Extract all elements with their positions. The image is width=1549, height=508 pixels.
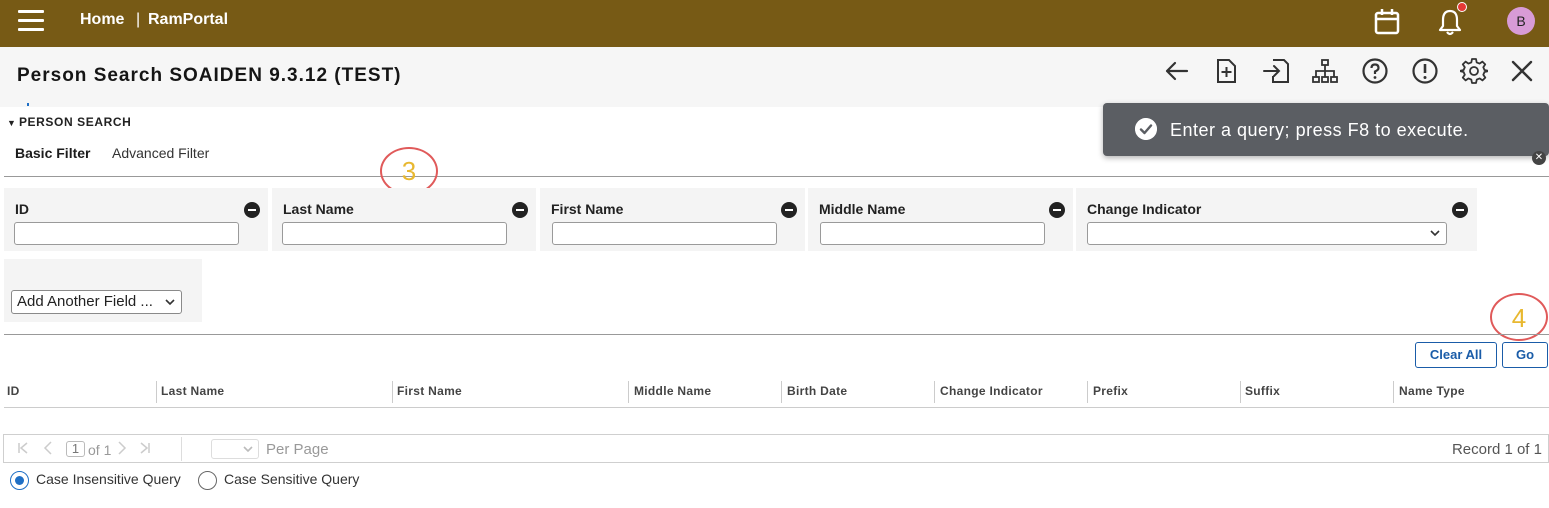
column-divider[interactable]	[1393, 381, 1394, 403]
previous-page-icon[interactable]	[41, 441, 55, 455]
per-page-label: Per Page	[266, 441, 329, 458]
remove-filter-icon[interactable]	[781, 202, 797, 218]
last-name-input[interactable]	[282, 222, 507, 245]
column-header-last-name[interactable]: Last Name	[161, 384, 224, 398]
pagination-bar: 1 of 1 Per Page Record 1 of 1	[3, 434, 1549, 463]
hierarchy-icon[interactable]	[1311, 57, 1339, 85]
remove-filter-icon[interactable]	[1452, 202, 1468, 218]
toast-close-icon[interactable]: ✕	[1532, 151, 1546, 165]
hamburger-menu-icon[interactable]	[18, 10, 44, 34]
column-header-id[interactable]: ID	[7, 384, 20, 398]
divider	[4, 176, 1549, 177]
column-divider[interactable]	[1087, 381, 1088, 403]
divider	[4, 334, 1549, 335]
breadcrumb-home[interactable]: Home	[80, 11, 124, 29]
calendar-icon[interactable]	[1371, 6, 1403, 38]
column-divider[interactable]	[1240, 381, 1241, 403]
avatar[interactable]: B	[1507, 7, 1535, 35]
column-header-birth-date[interactable]: Birth Date	[787, 384, 847, 398]
next-page-icon[interactable]	[115, 441, 129, 455]
remove-filter-icon[interactable]	[244, 202, 260, 218]
page-count: of 1	[88, 442, 112, 458]
case-insensitive-label[interactable]: Case Insensitive Query	[36, 471, 181, 487]
breadcrumb-separator: |	[136, 11, 141, 28]
title-bar: Person Search SOAIDEN 9.3.12 (TEST)	[0, 47, 1549, 107]
close-icon[interactable]	[1508, 57, 1536, 85]
notification-badge	[1457, 2, 1467, 12]
middle-name-input[interactable]	[820, 222, 1045, 245]
chevron-down-icon	[243, 446, 253, 453]
filter-label: Last Name	[283, 201, 354, 217]
pager-divider	[181, 437, 182, 461]
column-header-prefix[interactable]: Prefix	[1093, 384, 1128, 398]
page-title: Person Search SOAIDEN 9.3.12 (TEST)	[17, 65, 402, 86]
filter-first-name: First Name	[540, 188, 805, 251]
filter-last-name: Last Name	[272, 188, 536, 251]
chevron-down-icon	[1430, 230, 1440, 237]
back-arrow-icon[interactable]	[1163, 57, 1191, 85]
column-header-suffix[interactable]: Suffix	[1245, 384, 1280, 398]
column-divider[interactable]	[392, 381, 393, 403]
chevron-down-icon: ▼	[7, 118, 17, 128]
change-indicator-select[interactable]	[1087, 222, 1447, 245]
section-toggle-person-search[interactable]: ▼ PERSON SEARCH	[7, 115, 131, 129]
alert-icon[interactable]	[1411, 57, 1439, 85]
filter-label: Middle Name	[819, 201, 906, 217]
table-header-divider	[4, 407, 1549, 408]
focus-marker	[27, 103, 29, 106]
column-divider[interactable]	[934, 381, 935, 403]
add-another-field-select[interactable]: Add Another Field ...	[11, 290, 182, 314]
column-divider[interactable]	[156, 381, 157, 403]
add-field-container: Add Another Field ...	[4, 259, 202, 322]
tab-basic-filter[interactable]: Basic Filter	[15, 145, 90, 161]
go-button[interactable]: Go	[1502, 342, 1548, 368]
record-count: Record 1 of 1	[1451, 441, 1542, 458]
column-divider[interactable]	[781, 381, 782, 403]
toast-message: Enter a query; press F8 to execute.	[1170, 120, 1469, 140]
breadcrumb-ramportal[interactable]: RamPortal	[148, 11, 228, 29]
per-page-select[interactable]	[211, 439, 259, 459]
export-icon[interactable]	[1262, 57, 1290, 85]
column-header-name-type[interactable]: Name Type	[1399, 384, 1465, 398]
case-sensitive-radio[interactable]	[198, 471, 217, 490]
first-page-icon[interactable]	[16, 441, 30, 455]
filter-change-indicator: Change Indicator	[1076, 188, 1477, 251]
case-sensitive-label[interactable]: Case Sensitive Query	[224, 471, 359, 487]
page-number-input[interactable]: 1	[66, 441, 85, 457]
settings-icon[interactable]	[1460, 57, 1488, 85]
chevron-down-icon	[165, 299, 175, 306]
case-insensitive-radio[interactable]	[10, 471, 29, 490]
help-icon[interactable]	[1361, 57, 1389, 85]
tab-advanced-filter[interactable]: Advanced Filter	[112, 145, 209, 161]
filter-label: Change Indicator	[1087, 201, 1202, 217]
column-divider[interactable]	[628, 381, 629, 403]
check-circle-icon	[1135, 118, 1157, 140]
column-header-middle-name[interactable]: Middle Name	[634, 384, 711, 398]
column-header-first-name[interactable]: First Name	[397, 384, 462, 398]
column-header-change-indicator[interactable]: Change Indicator	[940, 384, 1043, 398]
add-field-label: Add Another Field ...	[17, 293, 153, 310]
new-document-icon[interactable]	[1212, 57, 1240, 85]
filter-label: ID	[15, 201, 29, 217]
remove-filter-icon[interactable]	[512, 202, 528, 218]
id-input[interactable]	[14, 222, 239, 245]
filter-label: First Name	[551, 201, 624, 217]
remove-filter-icon[interactable]	[1049, 202, 1065, 218]
first-name-input[interactable]	[552, 222, 777, 245]
top-bar: Home | RamPortal B	[0, 0, 1549, 47]
last-page-icon[interactable]	[138, 441, 152, 455]
toast-notification: Enter a query; press F8 to execute.	[1103, 103, 1549, 156]
filter-id: ID	[4, 188, 268, 251]
clear-all-button[interactable]: Clear All	[1415, 342, 1497, 368]
filter-middle-name: Middle Name	[808, 188, 1073, 251]
section-title: PERSON SEARCH	[18, 115, 132, 129]
